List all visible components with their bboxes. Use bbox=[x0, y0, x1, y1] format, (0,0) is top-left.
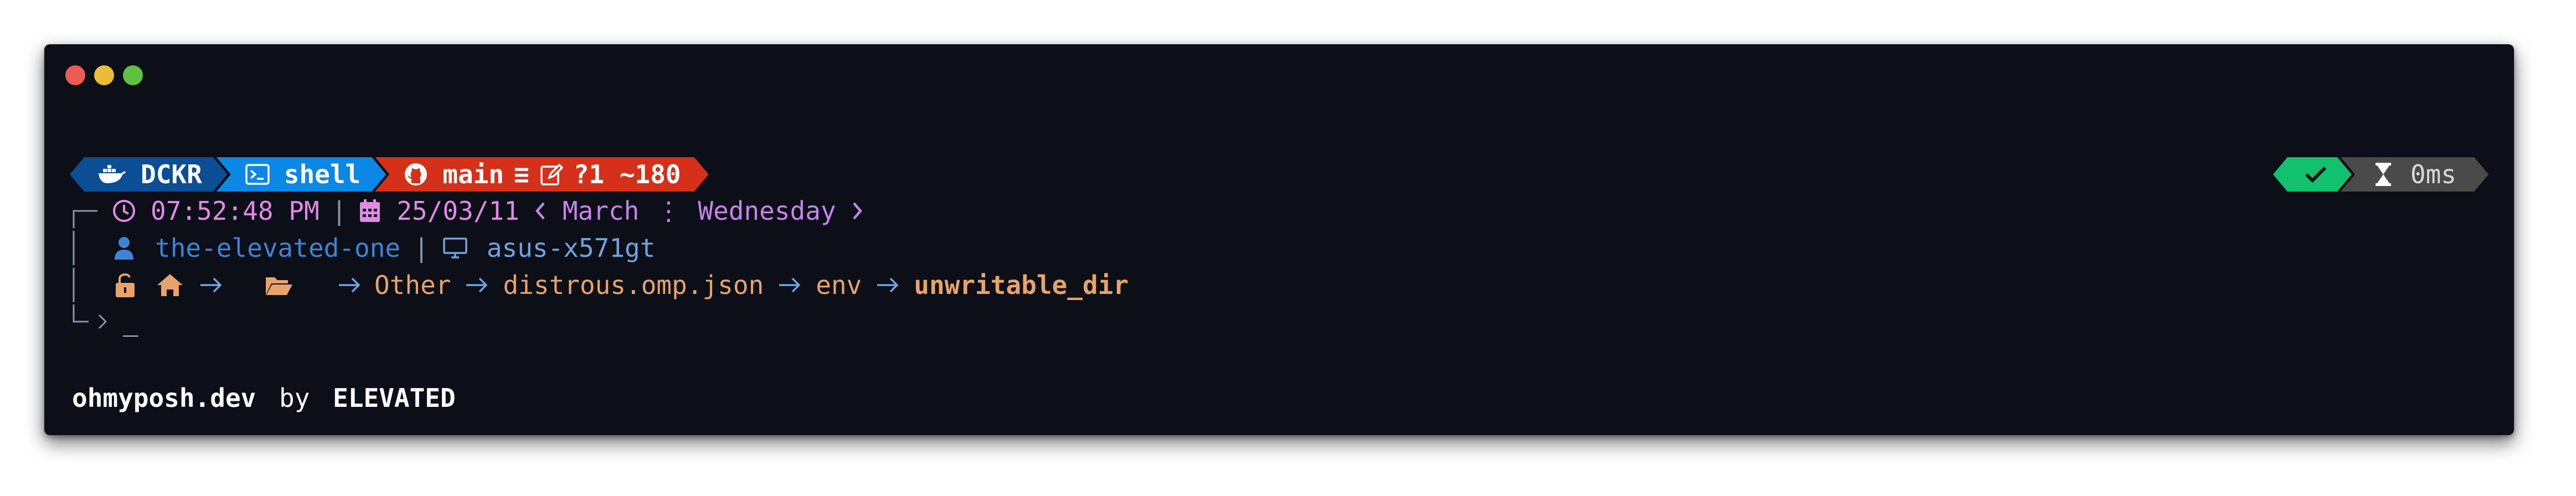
git-status-symbol: ≡ bbox=[514, 159, 529, 189]
powerline-right: 0ms bbox=[2273, 157, 2489, 192]
git-segment: main ≡ ?1 ~180 bbox=[375, 157, 708, 192]
unlock-icon bbox=[114, 272, 136, 298]
site-name: ohmyposh.dev bbox=[72, 383, 256, 413]
path-arrow-icon bbox=[199, 276, 223, 294]
current-weekday: Wednesday bbox=[698, 196, 836, 226]
path-arrow-icon bbox=[876, 276, 899, 294]
maximize-window-button[interactable] bbox=[123, 65, 143, 85]
prompt-line-user: the-elevated-one | asus-x571gt bbox=[72, 231, 655, 265]
home-icon bbox=[156, 273, 184, 297]
current-time: 07:52:48 PM bbox=[151, 196, 320, 226]
git-branch-label: main bbox=[442, 159, 504, 189]
by-label: by bbox=[279, 383, 310, 413]
edit-icon bbox=[539, 162, 564, 187]
vertical-dots-separator: ⋮ bbox=[656, 196, 682, 226]
path-folder: distrous.omp.json bbox=[503, 270, 764, 300]
minimize-window-button[interactable] bbox=[94, 65, 114, 85]
shell-context-label: DCKR bbox=[141, 159, 202, 189]
chevron-left-icon bbox=[535, 202, 546, 220]
tree-corner-top bbox=[72, 194, 97, 228]
cursor: _ bbox=[123, 307, 138, 337]
check-icon bbox=[2304, 165, 2327, 184]
time-date-separator: | bbox=[331, 196, 347, 226]
tree-vertical-line bbox=[72, 231, 97, 265]
powerline-left: DCKR shell main ≡ ?1 ~180 bbox=[70, 157, 709, 192]
prompt-line-time: 07:52:48 PM | 25/03/11 March ⋮ Wednesday bbox=[72, 194, 863, 228]
chevron-right-icon bbox=[852, 202, 863, 220]
execution-time-segment: 0ms bbox=[2341, 157, 2489, 192]
shell-name-label: shell bbox=[284, 159, 361, 189]
path-arrow-icon bbox=[338, 276, 361, 294]
terminal-icon bbox=[245, 164, 270, 185]
path-arrow-icon bbox=[778, 276, 801, 294]
footer-credit: ohmyposh.dev by ELEVATED bbox=[72, 383, 456, 413]
path-folder: Other bbox=[374, 270, 451, 300]
github-icon bbox=[404, 162, 428, 187]
docker-icon bbox=[97, 164, 126, 184]
author-name: ELEVATED bbox=[333, 383, 456, 413]
execution-duration: 0ms bbox=[2410, 159, 2456, 189]
prompt-caret-icon bbox=[97, 313, 109, 330]
current-month: March bbox=[562, 196, 640, 226]
path-arrow-icon bbox=[465, 276, 488, 294]
current-directory: unwritable_dir bbox=[914, 270, 1129, 300]
close-window-button[interactable] bbox=[65, 65, 85, 85]
exit-status-segment bbox=[2273, 157, 2352, 192]
hostname: asus-x571gt bbox=[486, 233, 656, 263]
git-changes-label: ?1 ~180 bbox=[573, 159, 681, 189]
path-folder: env bbox=[816, 270, 862, 300]
folder-open-icon bbox=[265, 274, 293, 296]
monitor-icon bbox=[442, 237, 468, 259]
prompt-input-line[interactable]: _ bbox=[72, 304, 138, 339]
tree-corner-bottom bbox=[72, 304, 97, 339]
hourglass-icon bbox=[2375, 162, 2392, 187]
tree-vertical-line bbox=[72, 268, 97, 302]
terminal-window: DCKR shell main ≡ ?1 ~180 0ms 07:52:48 P… bbox=[44, 44, 2514, 435]
user-icon bbox=[114, 236, 134, 260]
shell-segment: shell bbox=[217, 157, 386, 192]
clock-icon bbox=[112, 199, 136, 223]
calendar-icon bbox=[359, 199, 381, 223]
username: the-elevated-one bbox=[155, 233, 401, 263]
user-host-separator: | bbox=[414, 233, 429, 263]
current-date: 25/03/11 bbox=[396, 196, 519, 226]
docker-segment: DCKR bbox=[70, 157, 228, 192]
prompt-line-path: Other distrous.omp.json env unwritable_d… bbox=[72, 268, 1129, 302]
